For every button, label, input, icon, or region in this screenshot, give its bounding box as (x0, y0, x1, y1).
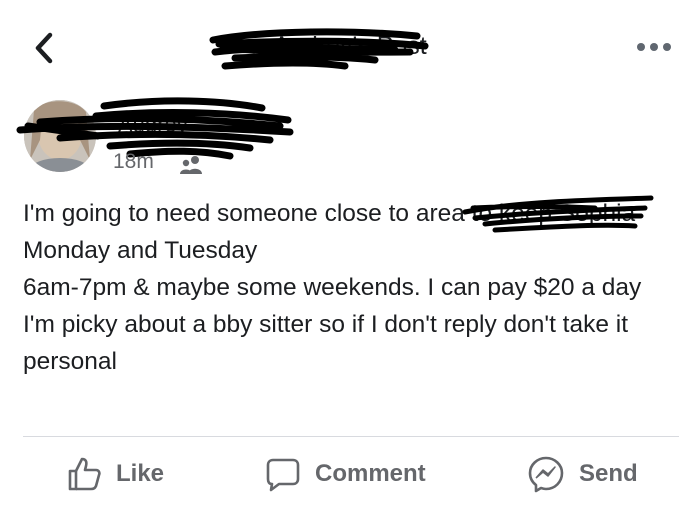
send-button[interactable]: Send (527, 452, 638, 496)
avatar[interactable] (24, 100, 96, 172)
like-label: Like (116, 460, 165, 487)
comment-bubble-icon (266, 458, 300, 492)
send-label: Send (579, 460, 638, 487)
like-button[interactable]: Like (66, 452, 164, 496)
post-timestamp[interactable]: 18m (113, 150, 154, 174)
comment-label: Comment (315, 460, 426, 487)
more-horizontal-icon (637, 43, 671, 51)
post-text: I'm going to need someone close to area … (23, 200, 642, 375)
divider (23, 436, 679, 437)
friends-icon (180, 156, 202, 174)
comment-button[interactable]: Comment (265, 452, 426, 496)
author-name[interactable]: Audrey (118, 112, 188, 138)
post-header: Audrey's Post (0, 0, 700, 95)
messenger-icon (528, 456, 564, 493)
thumbs-up-icon (68, 457, 101, 491)
profile-photo (24, 100, 96, 172)
more-options-button[interactable] (633, 36, 675, 58)
page-title: Audrey's Post (273, 32, 427, 60)
